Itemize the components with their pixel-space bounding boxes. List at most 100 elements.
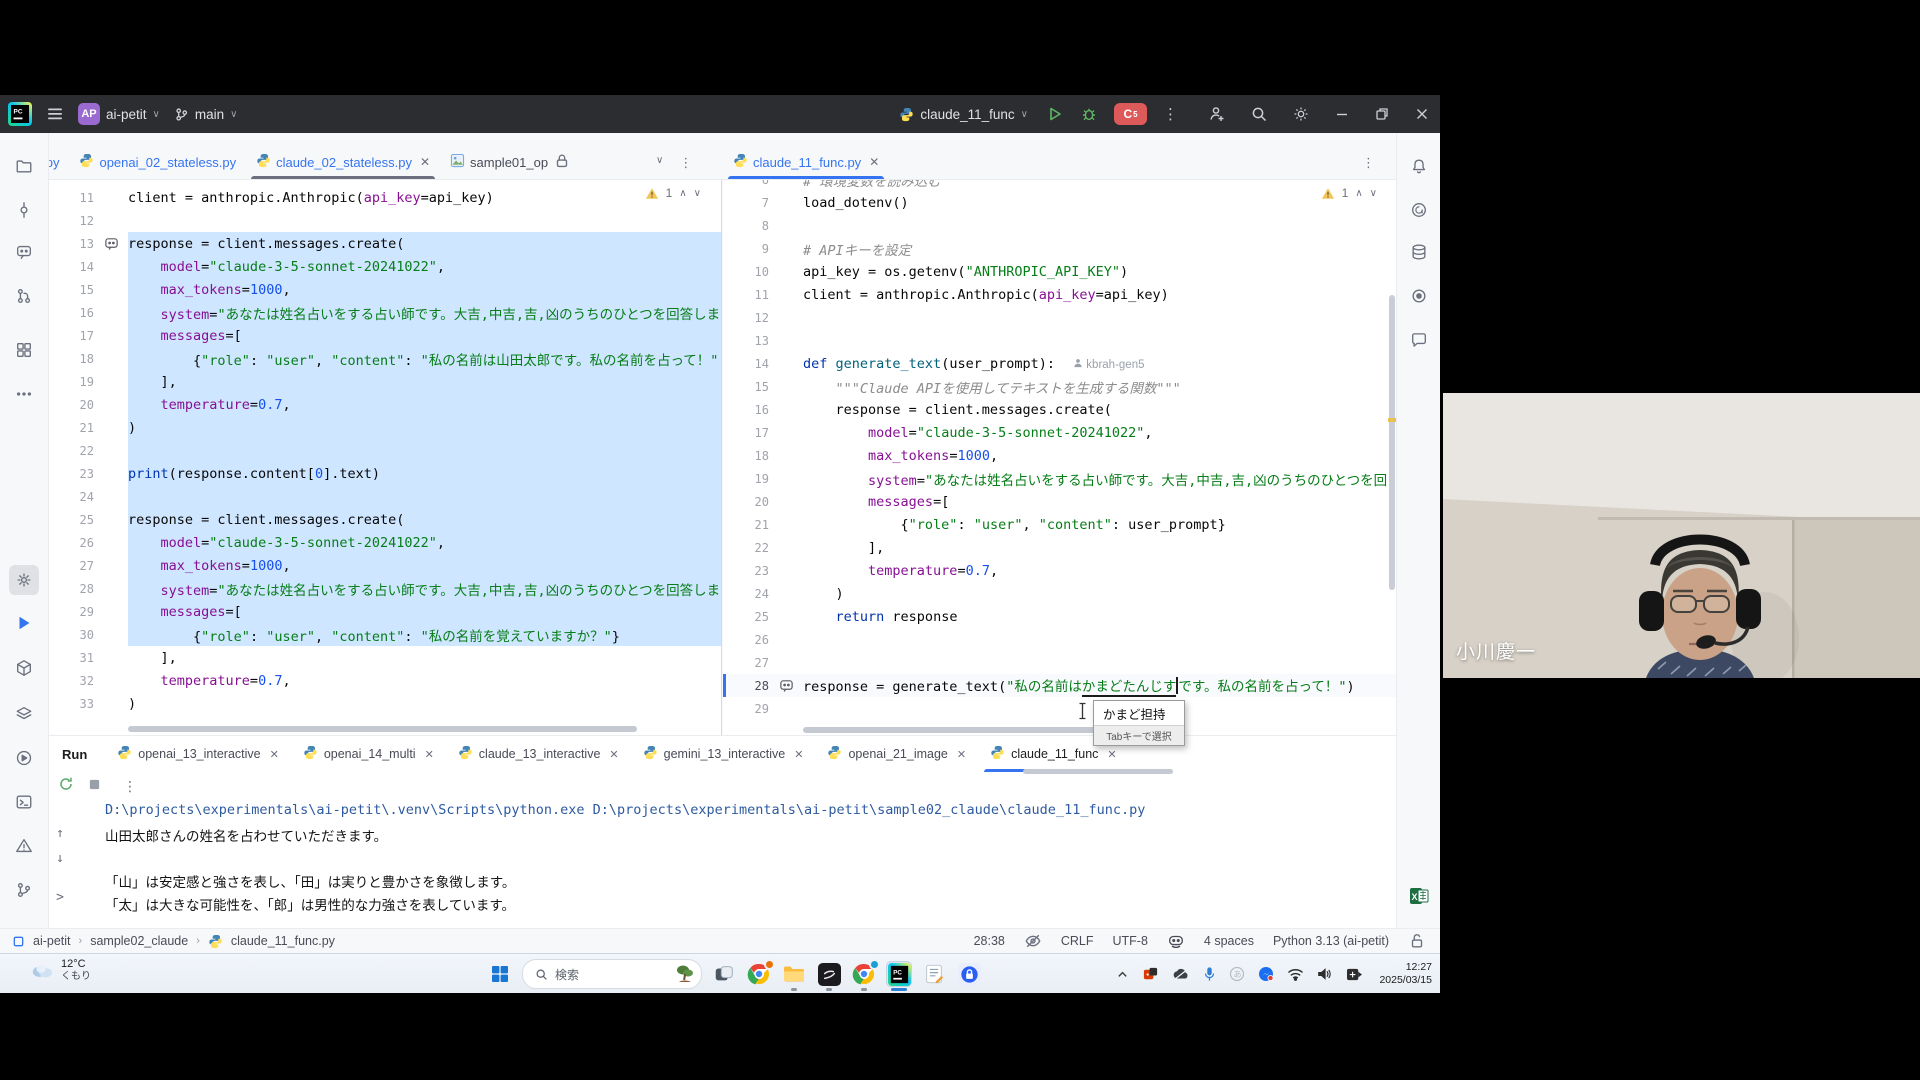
scroll-down-icon[interactable]: ↓ — [56, 851, 64, 866]
hidden-tabs-chevron-icon[interactable]: ∨ — [656, 155, 663, 171]
taskbar-notepad-icon[interactable] — [921, 961, 947, 987]
inspections-widget[interactable]: 1 ∧ ∨ — [1317, 185, 1381, 201]
taskbar-clock[interactable]: 12:272025/03/15 — [1379, 961, 1432, 987]
more-tools-icon[interactable] — [9, 379, 39, 409]
more-actions-icon[interactable]: ⋮ — [1163, 105, 1178, 123]
debug-button[interactable] — [1080, 105, 1098, 123]
close-icon[interactable]: ✕ — [794, 748, 803, 761]
run-tab-openai_13_interactive[interactable]: openai_13_interactive✕ — [105, 736, 291, 772]
project-widget[interactable]: AP ai-petit ∨ — [78, 103, 160, 125]
run-tab-gemini_13_interactive[interactable]: gemini_13_interactive✕ — [631, 736, 816, 772]
vertical-scrollbar[interactable] — [1389, 295, 1395, 590]
tray-microphone-icon[interactable] — [1203, 966, 1216, 982]
taskbar-chrome-profile-1-icon[interactable] — [746, 961, 772, 987]
status-python-interpreter[interactable]: Python 3.13 (ai-petit) — [1273, 934, 1389, 948]
tab-sample01_op[interactable]: sample01_op — [440, 145, 581, 179]
run-tool-icon[interactable] — [9, 743, 39, 773]
breadcrumb-item-ai-petit[interactable]: ai-petit — [33, 934, 71, 948]
eye-off-icon[interactable] — [1024, 932, 1042, 950]
ime-candidate[interactable]: かまど担持 — [1094, 701, 1184, 725]
next-warning-icon[interactable]: ∨ — [1370, 188, 1377, 199]
run-tab-openai_21_image[interactable]: openai_21_image✕ — [815, 736, 978, 772]
close-icon[interactable]: ✕ — [869, 155, 879, 169]
ai-gutter-icon[interactable] — [94, 236, 128, 251]
commit-icon[interactable] — [9, 195, 39, 225]
left-tab-options-icon[interactable]: ⋮ — [679, 155, 692, 171]
rerun-button[interactable] — [58, 776, 74, 797]
right-tab-options-icon[interactable]: ⋮ — [1362, 155, 1375, 171]
settings-tool-icon[interactable] — [9, 565, 39, 595]
tray-red-badge-icon[interactable] — [1142, 966, 1159, 983]
code-with-me-icon[interactable] — [1208, 105, 1226, 123]
scroll-up-icon[interactable]: ↑ — [56, 826, 64, 841]
tab-openai_02_stateless.py[interactable]: openai_02_stateless.py — [69, 145, 246, 179]
terminal-icon[interactable] — [9, 787, 39, 817]
tray-ime-dim-icon[interactable]: あ — [1229, 966, 1245, 982]
console-options-icon[interactable]: ⋮ — [123, 778, 137, 795]
run-console[interactable]: ↑ ↓ > D:\projects\experimentals\ai-petit… — [48, 802, 1397, 928]
taskbar-pycharm-icon[interactable]: PC — [886, 961, 912, 987]
tab-claude_02_stateless.py[interactable]: claude_02_stateless.py✕ — [246, 145, 440, 179]
problems-icon[interactable] — [9, 831, 39, 861]
copilot-icon[interactable] — [1167, 932, 1185, 950]
next-warning-icon[interactable]: ∨ — [694, 188, 701, 199]
minimize-button[interactable] — [1334, 106, 1350, 122]
notifications-icon[interactable] — [1404, 151, 1434, 181]
c5-plugin-badge[interactable]: C5 — [1114, 103, 1147, 125]
weather-widget[interactable]: 12°C くもり — [30, 958, 91, 982]
status-caret-position[interactable]: 28:38 — [974, 934, 1005, 948]
search-icon[interactable] — [1250, 105, 1268, 123]
close-icon[interactable]: ✕ — [420, 155, 430, 169]
taskbar-dark-app-icon[interactable] — [816, 961, 842, 987]
close-button[interactable] — [1414, 106, 1430, 122]
assistant-icon[interactable] — [1404, 325, 1434, 355]
horizontal-scrollbar[interactable] — [128, 726, 637, 732]
ai-chat-icon[interactable] — [1404, 195, 1434, 225]
python-packages-icon[interactable] — [9, 653, 39, 683]
project-folder-icon[interactable] — [9, 151, 39, 181]
run-tab-claude_13_interactive[interactable]: claude_13_interactive✕ — [446, 736, 631, 772]
coverage-icon[interactable] — [1404, 281, 1434, 311]
taskbar-search-input[interactable]: 検索 — [522, 959, 702, 989]
run-cursor-icon[interactable] — [9, 608, 39, 638]
run-config-widget[interactable]: claude_11_func ∨ — [899, 107, 1028, 122]
stop-button[interactable] — [88, 778, 101, 796]
pull-requests-icon[interactable] — [9, 281, 39, 311]
main-menu-icon[interactable] — [46, 105, 64, 123]
excel-icon[interactable]: X — [1404, 881, 1434, 911]
taskbar-chrome-profile-2-icon[interactable] — [851, 961, 877, 987]
prev-warning-icon[interactable]: ∧ — [1355, 188, 1362, 199]
settings-gear-icon[interactable] — [1292, 105, 1310, 123]
close-icon[interactable]: ✕ — [425, 748, 434, 761]
structure-icon[interactable] — [9, 335, 39, 365]
breadcrumb-item-claude_11_func.py[interactable]: claude_11_func.py — [231, 934, 335, 948]
status-file-encoding[interactable]: UTF-8 — [1113, 934, 1148, 948]
status-line-separator[interactable]: CRLF — [1061, 934, 1094, 948]
run-tab-openai_14_multi[interactable]: openai_14_multi✕ — [291, 736, 446, 772]
database-icon[interactable] — [1404, 237, 1434, 267]
close-icon[interactable]: ✕ — [270, 748, 279, 761]
branch-widget[interactable]: main ∨ — [174, 107, 238, 122]
tab-le.py[interactable]: le.py — [48, 145, 69, 179]
tray-volume-icon[interactable] — [1317, 967, 1333, 981]
version-control-icon[interactable] — [9, 875, 39, 905]
ai-assistant-icon[interactable] — [9, 237, 39, 267]
tray-chevron-up-icon[interactable] — [1116, 968, 1129, 981]
editor-claude-02-stateless[interactable]: 11client = anthropic.Anthropic(api_key=a… — [48, 180, 722, 735]
editor-claude-11-func[interactable]: 6# 環境変数を読み込む7load_dotenv()89# APIキーを設定10… — [723, 180, 1397, 735]
prev-warning-icon[interactable]: ∧ — [679, 188, 686, 199]
status-indent-style[interactable]: 4 spaces — [1204, 934, 1254, 948]
services-icon[interactable] — [9, 699, 39, 729]
tab-claude_11_func.py[interactable]: claude_11_func.py✕ — [723, 145, 889, 179]
tray-messenger-icon[interactable] — [1258, 966, 1274, 982]
start-button[interactable] — [487, 961, 513, 987]
maximize-button[interactable] — [1374, 106, 1390, 122]
inspections-widget[interactable]: 1 ∧ ∨ — [641, 185, 705, 201]
tray-wifi-icon[interactable] — [1287, 967, 1304, 981]
unlock-icon[interactable] — [1408, 932, 1426, 950]
run-button[interactable] — [1046, 105, 1064, 123]
breadcrumb-item-sample02_claude[interactable]: sample02_claude — [90, 934, 188, 948]
taskbar-password-lock-icon[interactable] — [956, 961, 982, 987]
run-tabs-scrollbar[interactable] — [1023, 769, 1173, 774]
taskbar-task-view-icon[interactable] — [711, 961, 737, 987]
